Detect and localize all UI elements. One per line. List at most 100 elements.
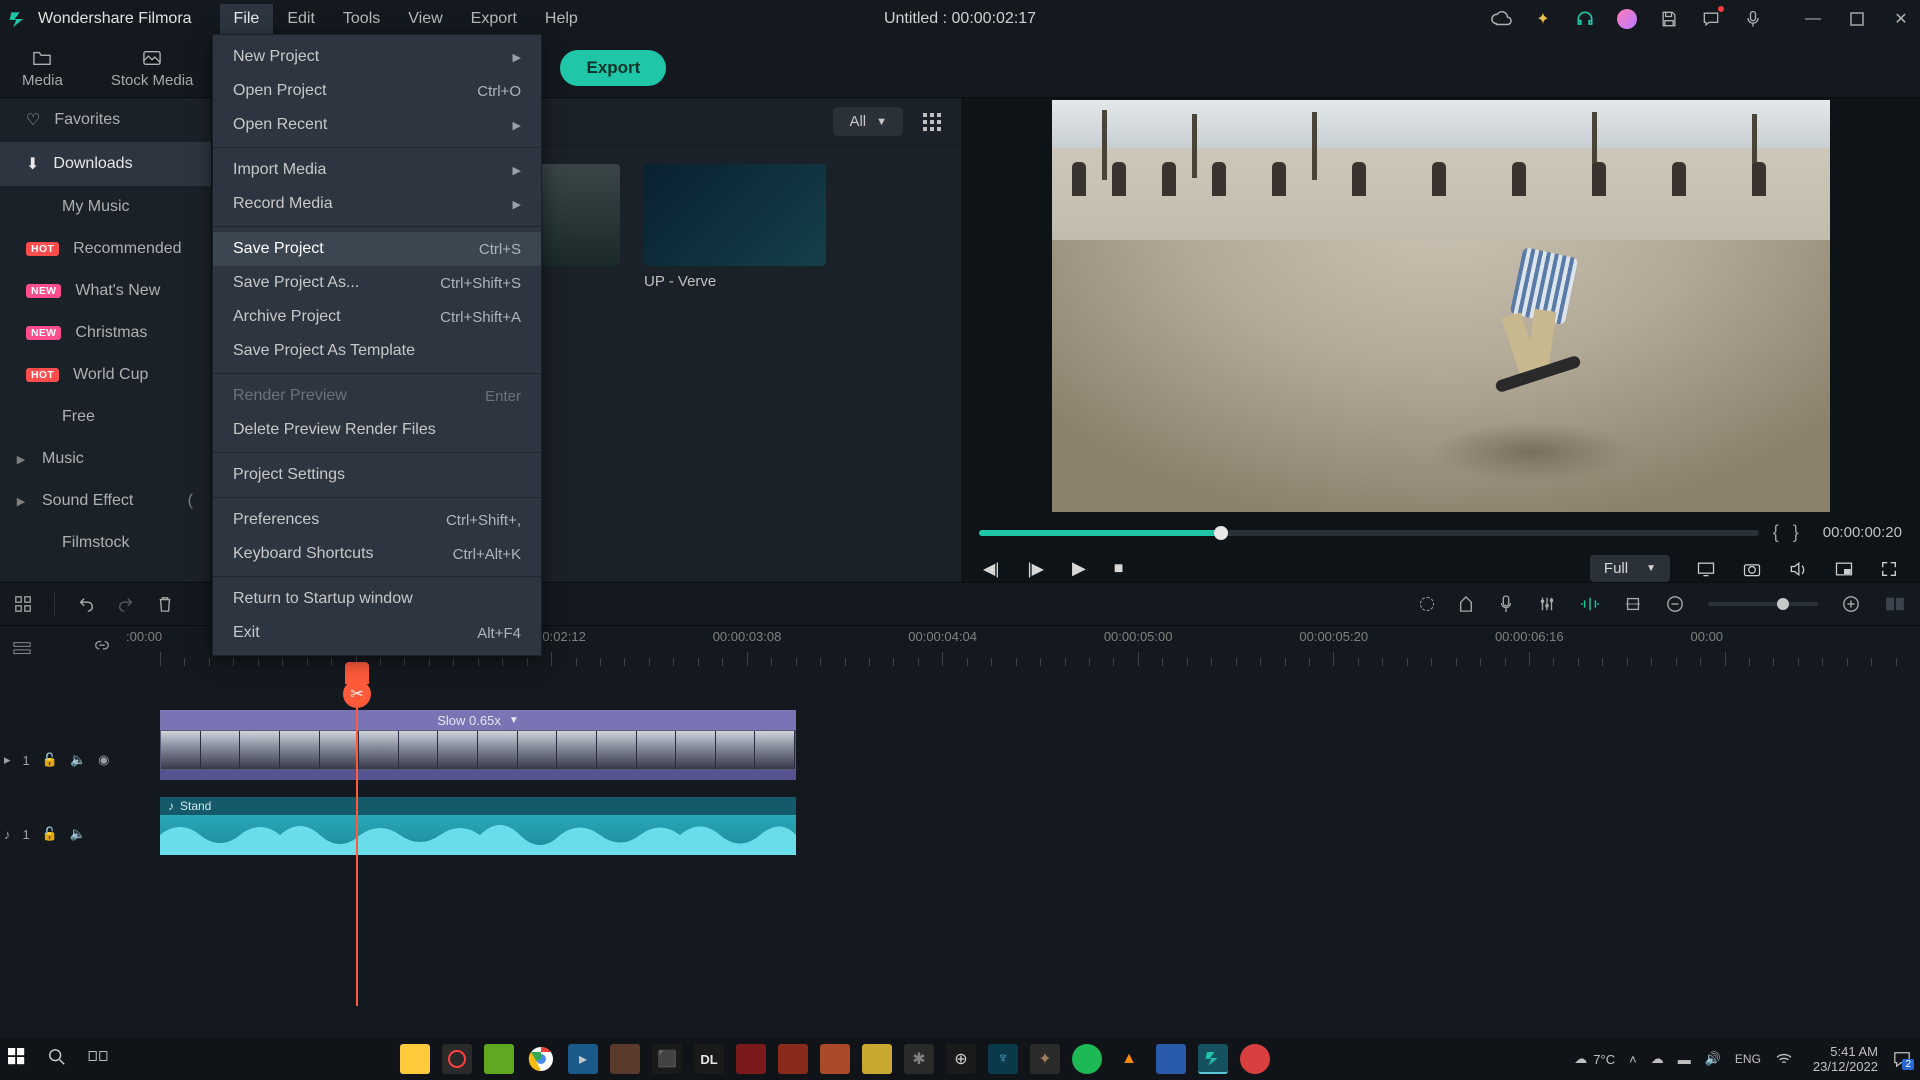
redo-icon[interactable] xyxy=(117,595,135,613)
audio-clip[interactable]: ♪Stand xyxy=(160,797,796,855)
menu-record-media[interactable]: Record Media▶ xyxy=(213,187,541,221)
filmora-app-icon[interactable] xyxy=(1198,1044,1228,1074)
prev-frame-icon[interactable]: ◀| xyxy=(983,559,999,579)
app-icon[interactable]: ♆ xyxy=(988,1044,1018,1074)
display-icon[interactable] xyxy=(1696,560,1716,578)
stop-icon[interactable]: ■ xyxy=(1114,560,1124,578)
menu-save-as-template[interactable]: Save Project As Template xyxy=(213,334,541,368)
menu-project-settings[interactable]: Project Settings xyxy=(213,458,541,492)
spotify-app-icon[interactable] xyxy=(1072,1044,1102,1074)
marker-icon[interactable] xyxy=(1458,595,1474,613)
vlc-app-icon[interactable]: ▲ xyxy=(1114,1044,1144,1074)
filter-dropdown[interactable]: All▼ xyxy=(833,107,903,136)
next-frame-icon[interactable]: |▶ xyxy=(1027,559,1043,579)
fullscreen-icon[interactable] xyxy=(1880,560,1898,578)
task-view-icon[interactable] xyxy=(88,1048,110,1070)
volume-icon[interactable] xyxy=(1788,560,1808,578)
menu-return-startup[interactable]: Return to Startup window xyxy=(213,582,541,616)
sidebar-downloads[interactable]: ⬇Downloads xyxy=(0,142,211,186)
tab-stock-media[interactable]: Stock Media xyxy=(103,43,202,93)
lock-icon[interactable]: 🔓 xyxy=(42,826,58,842)
pip-icon[interactable] xyxy=(1834,560,1854,578)
battery-icon[interactable]: ▬ xyxy=(1678,1052,1691,1067)
tray-volume-icon[interactable]: 🔊 xyxy=(1705,1051,1721,1067)
sidebar-filmstock[interactable]: Filmstock xyxy=(0,522,211,564)
delete-icon[interactable] xyxy=(157,595,173,613)
chrome-app-icon[interactable] xyxy=(526,1044,556,1074)
render-preview-icon[interactable] xyxy=(1420,597,1434,611)
menu-import-media[interactable]: Import Media▶ xyxy=(213,153,541,187)
grid-view-icon[interactable] xyxy=(917,107,947,137)
mark-out-icon[interactable]: } xyxy=(1793,522,1799,543)
auto-beat-icon[interactable] xyxy=(1580,595,1600,613)
voiceover-icon[interactable] xyxy=(1498,594,1514,614)
save-icon[interactable] xyxy=(1658,8,1680,30)
scissors-icon[interactable]: ✂ xyxy=(343,680,371,708)
tray-chevron-icon[interactable]: ˄ xyxy=(1629,1052,1637,1067)
start-icon[interactable] xyxy=(8,1048,30,1070)
timeline-playhead[interactable]: ✂ xyxy=(356,668,358,1006)
menu-file[interactable]: File xyxy=(220,4,274,34)
message-icon[interactable] xyxy=(1700,8,1722,30)
export-button[interactable]: Export xyxy=(560,50,666,86)
app-icon[interactable] xyxy=(442,1044,472,1074)
language-icon[interactable]: ENG xyxy=(1735,1052,1761,1066)
app-icon[interactable]: DL xyxy=(694,1044,724,1074)
menu-tools[interactable]: Tools xyxy=(329,4,394,34)
zoom-fit-icon[interactable] xyxy=(1884,596,1906,612)
menu-save-project[interactable]: Save ProjectCtrl+S xyxy=(213,232,541,266)
play-icon[interactable]: ▶ xyxy=(1072,558,1086,579)
match-media-icon[interactable] xyxy=(14,595,32,613)
cloud-icon[interactable] xyxy=(1490,8,1512,30)
menu-open-recent[interactable]: Open Recent▶ xyxy=(213,108,541,142)
sidebar-recommended[interactable]: HOTRecommended xyxy=(0,228,211,270)
app-icon[interactable]: ▸ xyxy=(568,1044,598,1074)
sidebar-my-music[interactable]: My Music xyxy=(0,186,211,228)
menu-export[interactable]: Export xyxy=(457,4,531,34)
menu-edit[interactable]: Edit xyxy=(273,4,329,34)
scrub-track[interactable] xyxy=(979,530,1759,536)
video-clip[interactable] xyxy=(160,730,796,770)
menu-open-project[interactable]: Open ProjectCtrl+O xyxy=(213,74,541,108)
undo-icon[interactable] xyxy=(77,595,95,613)
system-clock[interactable]: 5:41 AM23/12/2022 xyxy=(1813,1044,1878,1074)
app-icon[interactable] xyxy=(1156,1044,1186,1074)
maximize-icon[interactable] xyxy=(1846,8,1868,30)
manage-tracks-icon[interactable] xyxy=(12,640,32,658)
quality-dropdown[interactable]: Full▼ xyxy=(1590,555,1670,582)
clip-speed-bar[interactable]: Slow 0.65x▼ xyxy=(160,710,796,730)
menu-new-project[interactable]: New Project▶ xyxy=(213,40,541,74)
audio-track-header[interactable]: ♪1 🔓 🔈 xyxy=(4,810,154,858)
sidebar-favorites[interactable]: Favorites xyxy=(0,98,211,142)
lightbulb-icon[interactable]: ✦ xyxy=(1532,8,1554,30)
app-icon[interactable] xyxy=(610,1044,640,1074)
sidebar-sound-effect[interactable]: ▶Sound Effect( xyxy=(0,480,211,522)
mute-icon[interactable]: 🔈 xyxy=(70,752,86,768)
menu-archive-project[interactable]: Archive ProjectCtrl+Shift+A xyxy=(213,300,541,334)
app-icon[interactable] xyxy=(862,1044,892,1074)
zoom-in-icon[interactable] xyxy=(1842,595,1860,613)
zoom-slider[interactable] xyxy=(1708,602,1818,606)
minimize-icon[interactable]: — xyxy=(1802,8,1824,30)
onedrive-icon[interactable]: ☁ xyxy=(1651,1051,1664,1067)
search-taskbar-icon[interactable] xyxy=(48,1048,70,1070)
video-track-header[interactable]: ▸1 🔓 🔈 ◉ xyxy=(4,736,154,784)
menu-exit[interactable]: ExitAlt+F4 xyxy=(213,616,541,650)
explorer-app-icon[interactable] xyxy=(400,1044,430,1074)
app-icon[interactable] xyxy=(1240,1044,1270,1074)
app-icon[interactable]: ⊕ xyxy=(946,1044,976,1074)
avatar-icon[interactable] xyxy=(1616,8,1638,30)
app-icon[interactable]: ✱ xyxy=(904,1044,934,1074)
sidebar-christmas[interactable]: NewChristmas xyxy=(0,312,211,354)
app-icon[interactable] xyxy=(820,1044,850,1074)
menu-delete-render-files[interactable]: Delete Preview Render Files xyxy=(213,413,541,447)
visibility-icon[interactable]: ◉ xyxy=(98,752,109,768)
menu-save-project-as[interactable]: Save Project As...Ctrl+Shift+S xyxy=(213,266,541,300)
lock-icon[interactable]: 🔓 xyxy=(42,752,58,768)
nvidia-app-icon[interactable] xyxy=(484,1044,514,1074)
preview-video[interactable] xyxy=(1052,100,1830,512)
sidebar-music[interactable]: ▶Music xyxy=(0,438,211,480)
menu-preferences[interactable]: PreferencesCtrl+Shift+, xyxy=(213,503,541,537)
microphone-icon[interactable] xyxy=(1742,8,1764,30)
crop-icon[interactable] xyxy=(1624,595,1642,613)
